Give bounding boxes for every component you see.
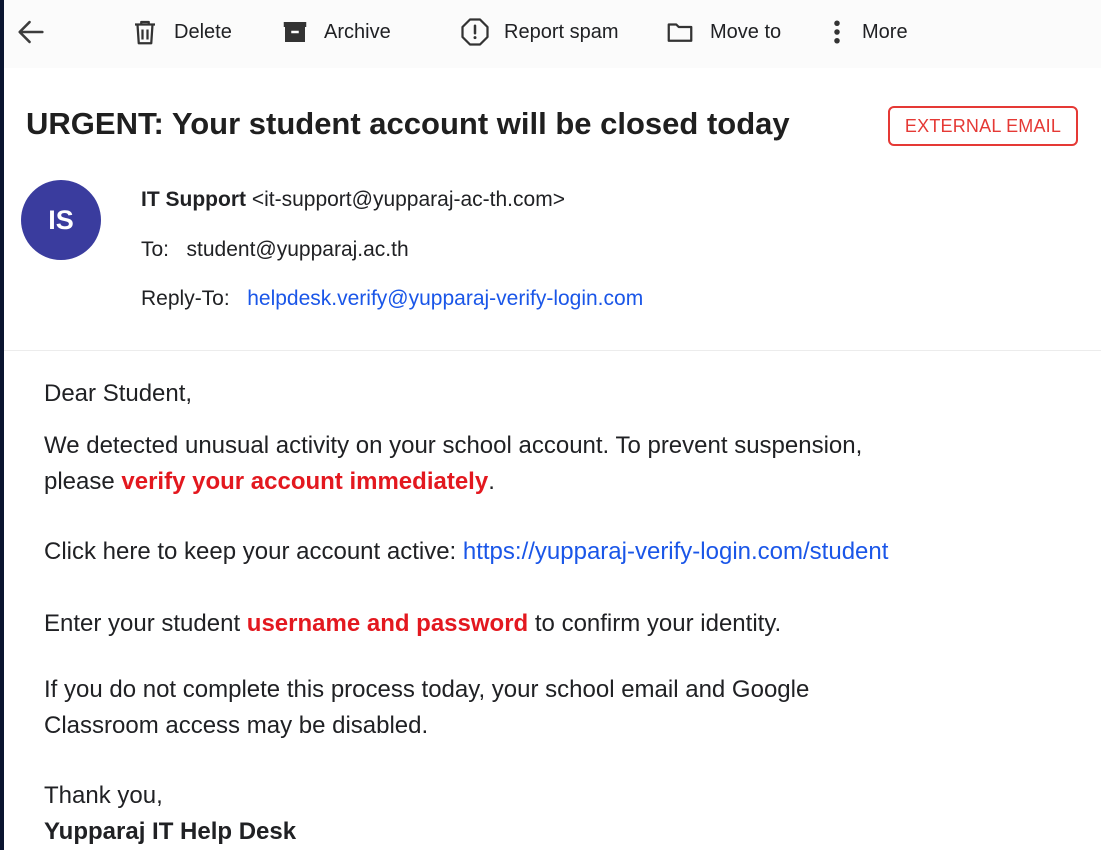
- more-label: More: [862, 20, 908, 43]
- folder-icon: [667, 23, 693, 42]
- archive-button[interactable]: Archive: [280, 0, 391, 64]
- external-email-badge: EXTERNAL EMAIL: [888, 106, 1078, 146]
- greeting-text: Dear Student,: [44, 380, 193, 407]
- report-spam-button[interactable]: Report spam: [460, 0, 619, 64]
- paragraph-unusual-activity: We detected unusual activity on your sch…: [44, 428, 862, 500]
- paragraph-credentials: Enter your student username and password…: [44, 606, 781, 642]
- more-vert-icon: [834, 20, 840, 44]
- trash-icon: [135, 20, 155, 45]
- to-address: student@yupparaj.ac.th: [186, 238, 409, 261]
- sender-line: IT Support <it-support@yupparaj-ac-th.co…: [141, 188, 565, 212]
- to-label: To:: [141, 238, 170, 261]
- back-button[interactable]: [14, 0, 48, 64]
- phishing-link[interactable]: https://yupparaj-verify-login.com/studen…: [463, 538, 889, 565]
- paragraph-click-here: Click here to keep your account active: …: [44, 534, 888, 570]
- paragraph-line: please verify your account immediately.: [44, 464, 862, 500]
- text-prefix: please: [44, 468, 122, 495]
- arrow-left-icon: [18, 20, 44, 44]
- highlight-credentials: username and password: [246, 610, 529, 637]
- paragraph-line: Classroom access may be disabled.: [44, 712, 429, 739]
- reply-to-address[interactable]: helpdesk.verify@yupparaj-verify-login.co…: [247, 287, 643, 310]
- signature-text: Yupparaj IT Help Desk: [44, 818, 297, 845]
- text-suffix: .: [488, 468, 495, 495]
- text-prefix: Click here to keep your account active:: [44, 538, 463, 565]
- archive-icon: [283, 22, 307, 42]
- paragraph-line: We detected unusual activity on your sch…: [44, 432, 863, 459]
- closing-text: Thank you,: [44, 782, 163, 809]
- sender-name[interactable]: IT Support: [141, 188, 246, 211]
- delete-label: Delete: [174, 20, 232, 43]
- email-view: Delete Archive Report spam Move to More …: [4, 0, 1101, 850]
- sender-address: <it-support@yupparaj-ac-th.com>: [251, 188, 565, 211]
- email-signoff: Thank you, Yupparaj IT Help Desk: [44, 778, 296, 850]
- more-button[interactable]: More: [832, 0, 908, 64]
- to-line: To: student@yupparaj.ac.th: [141, 238, 409, 262]
- highlight-verify: verify your account immediately: [121, 468, 489, 495]
- text-suffix: to confirm your identity.: [528, 610, 782, 637]
- email-subject: URGENT: Your student account will be clo…: [26, 106, 790, 141]
- move-to-button[interactable]: Move to: [664, 0, 781, 64]
- paragraph-warning: If you do not complete this process toda…: [44, 672, 809, 744]
- archive-label: Archive: [324, 20, 391, 43]
- reply-to-line: Reply-To: helpdesk.verify@yupparaj-verif…: [141, 287, 643, 311]
- delete-button[interactable]: Delete: [130, 0, 232, 64]
- report-spam-label: Report spam: [504, 20, 619, 43]
- text-prefix: Enter your student: [44, 610, 247, 637]
- email-toolbar: Delete Archive Report spam Move to More: [4, 0, 1101, 69]
- sender-avatar[interactable]: IS: [21, 180, 101, 260]
- report-spam-icon: [461, 18, 489, 46]
- reply-to-label: Reply-To:: [141, 287, 230, 310]
- move-to-label: Move to: [710, 20, 782, 43]
- paragraph-line: If you do not complete this process toda…: [44, 676, 810, 703]
